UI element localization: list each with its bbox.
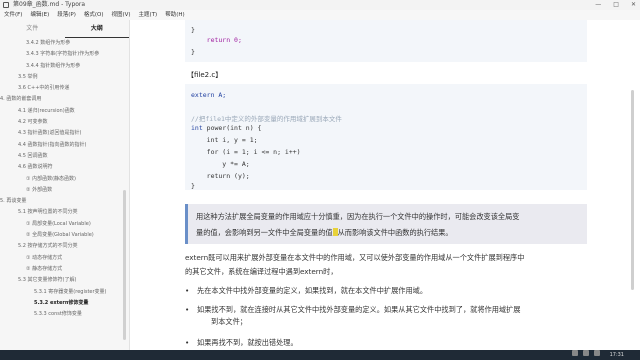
- code-line: for (i = 1; i <= n; i++): [191, 148, 301, 156]
- outline-item[interactable]: 4.2 可变参数: [0, 117, 129, 128]
- menu-view[interactable]: 视图(V): [111, 10, 130, 20]
- outline-item[interactable]: ① 动态存储方式: [0, 253, 129, 264]
- list-item-text: 如果再找不到，就按出错处理。: [197, 338, 298, 347]
- outline-item[interactable]: 4.6 函数说明符: [0, 162, 129, 173]
- outline-item[interactable]: 5.3.2 extern修饰变量: [0, 298, 129, 309]
- list-item-text: 如果找不到，就在连接时从其它文件中找外部变量的定义。如果从其它文件中找到了，就将…: [197, 305, 521, 314]
- outline-item[interactable]: ① 内部函数(静态函数): [0, 174, 129, 185]
- taskbar: 17:31: [0, 350, 640, 360]
- editor[interactable]: } return 0; } 【file2.c】 extern A; //把fil…: [131, 20, 629, 352]
- code-token: power(int n) {: [202, 124, 262, 132]
- code-line: extern A;: [191, 91, 227, 99]
- outline-item[interactable]: 3.5 举例: [0, 72, 129, 83]
- list-item: 先在本文件中找外部变量的定义，如果找到，就在本文件中扩展作用域。: [185, 286, 428, 296]
- list-item-text: 到本文件；: [211, 317, 247, 326]
- code-line: int i, y = 1;: [191, 136, 258, 144]
- quote-text: 从而影响该文件中函数的执行结果。: [337, 228, 453, 237]
- outline-item[interactable]: 5.3.1 寄存器变量(register变量): [0, 287, 129, 298]
- code-line: }: [191, 26, 195, 34]
- sidebar-scrollbar[interactable]: [123, 190, 126, 340]
- outline-item[interactable]: 5.3.3 const修饰变量: [0, 309, 129, 320]
- maximize-button[interactable]: □: [613, 0, 619, 10]
- menu-format[interactable]: 格式(O): [84, 10, 104, 20]
- menu-edit[interactable]: 编辑(E): [30, 10, 49, 20]
- outline-item[interactable]: 3.4.3 字符串(字符指针)作为形参: [0, 49, 129, 60]
- list-item-text: 先在本文件中找外部变量的定义，如果找到，就在本文件中扩展作用域。: [197, 286, 428, 295]
- outline-item[interactable]: 5.1 按声明位置的不同分类: [0, 207, 129, 218]
- outline-item[interactable]: 4. 函数的嵌套调用: [0, 94, 129, 105]
- outline-item[interactable]: 4.3 指针函数(返回值是指针): [0, 128, 129, 139]
- outline-item[interactable]: ② 静态存储方式: [0, 264, 129, 275]
- code-block-main[interactable]: extern A; //把file1中定义的外部变量的作用域扩展到本文件 int…: [185, 84, 587, 190]
- outline-item[interactable]: 5. 再谈变量: [0, 196, 129, 207]
- blockquote[interactable]: 用这种方法扩展全局变量的作用域应十分慎重，因为在执行一个文件中的操作时，可能会改…: [185, 204, 587, 244]
- code-line: }: [191, 48, 195, 56]
- close-button[interactable]: ✕: [631, 0, 636, 10]
- tab-files[interactable]: 文件: [0, 20, 65, 38]
- outline-item[interactable]: 3.4.2 数组作为形参: [0, 38, 129, 49]
- paragraph-line: extern既可以用来扩展外部变量在本文件中的作用域，又可以使外部变量的作用域从…: [185, 253, 525, 262]
- outline-item[interactable]: ① 局部变量(Local Variable): [0, 219, 129, 230]
- file-heading: 【file2.c】: [187, 71, 223, 79]
- typora-logo-icon: [3, 2, 9, 8]
- quote-text: 量的值，会影响到另一文件中全局变量的值: [196, 228, 333, 237]
- menu-bar: 文件(F) 编辑(E) 段落(P) 格式(O) 视图(V) 主题(T) 帮助(H…: [0, 10, 640, 20]
- outline-item[interactable]: ② 全局变量(Global Variable): [0, 230, 129, 241]
- outline-list: 3.4.2 数组作为形参 3.4.3 字符串(字符指针)作为形参 3.4.4 指针数…: [0, 38, 129, 320]
- outline-item[interactable]: 4.1 递归(recursion)函数: [0, 106, 129, 117]
- code-block-top[interactable]: } return 0; }: [185, 20, 587, 62]
- code-line: return 0;: [191, 36, 242, 44]
- outline-item[interactable]: 5.2 按存储方式的不同分类: [0, 241, 129, 252]
- quote-line: 量的值，会影响到另一文件中全局变量的值 从而影响该文件中函数的执行结果。: [196, 228, 453, 238]
- outline-item[interactable]: 3.6 C++中的引用传递: [0, 83, 129, 94]
- quote-line: 用这种方法扩展全局变量的作用域应十分慎重，因为在执行一个文件中的操作时，可能会改…: [196, 212, 520, 221]
- code-comment: //把file1中定义的外部变量的作用域扩展到本文件: [191, 115, 342, 123]
- outline-item[interactable]: 5.3 其它变量修饰符(了解): [0, 275, 129, 286]
- editor-scrollbar[interactable]: [631, 90, 634, 290]
- window-title: 第09章_函数.md - Typora: [13, 1, 86, 8]
- sidebar: 文件 大纲 3.4.2 数组作为形参 3.4.3 字符串(字符指针)作为形参 3.4…: [0, 20, 130, 352]
- outline-item[interactable]: 3.4.4 指针数组作为形参: [0, 61, 129, 72]
- outline-item[interactable]: 4.5 回调函数: [0, 151, 129, 162]
- list-item: 如果再找不到，就按出错处理。: [185, 338, 298, 348]
- clock[interactable]: 17:31: [610, 350, 624, 360]
- tab-outline[interactable]: 大纲: [64, 20, 129, 38]
- code-line: y *= A;: [191, 160, 250, 168]
- code-token: int: [191, 124, 203, 132]
- title-bar: 第09章_函数.md - Typora — □ ✕: [0, 0, 640, 10]
- menu-file[interactable]: 文件(F): [4, 10, 22, 20]
- menu-theme[interactable]: 主题(T): [139, 10, 158, 20]
- list-item: 如果找不到，就在连接时从其它文件中找外部变量的定义。如果从其它文件中找到了，就将…: [185, 305, 521, 326]
- code-line: return (y);: [191, 172, 250, 180]
- code-line: }: [191, 182, 195, 190]
- minimize-button[interactable]: —: [595, 0, 601, 10]
- outline-item[interactable]: 4.4 函数指针(指向函数的指针): [0, 140, 129, 151]
- volume-icon[interactable]: [583, 350, 589, 356]
- battery-icon[interactable]: [594, 350, 600, 356]
- paragraph-line: 的其它文件，系统在编译过程中遇到extern时，: [185, 267, 338, 276]
- menu-paragraph[interactable]: 段落(P): [57, 10, 76, 20]
- code-line: int power(int n) {: [191, 124, 261, 132]
- network-icon[interactable]: [572, 350, 578, 356]
- menu-help[interactable]: 帮助(H): [165, 10, 184, 20]
- outline-item[interactable]: ② 外部函数: [0, 185, 129, 196]
- system-tray: [572, 350, 600, 356]
